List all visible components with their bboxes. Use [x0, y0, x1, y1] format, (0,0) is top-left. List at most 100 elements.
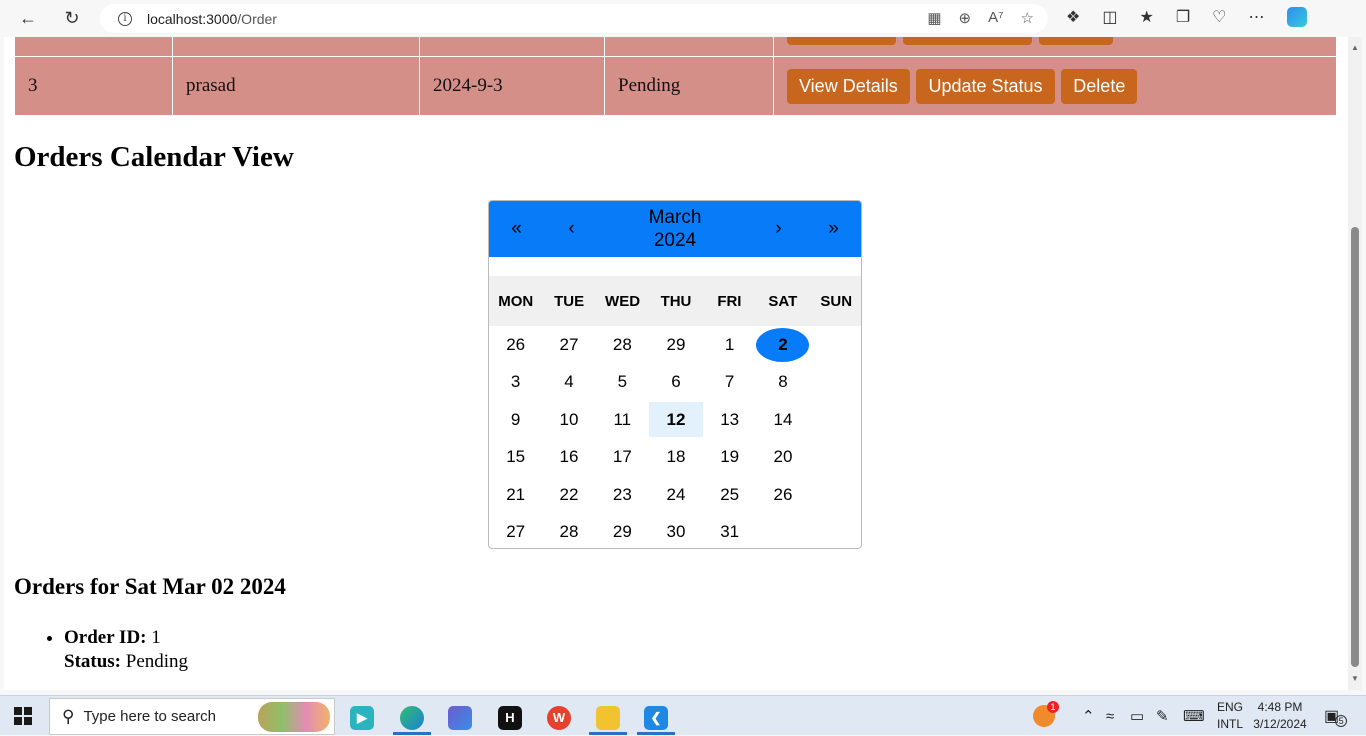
notification-icon[interactable]: ▣ 5: [1324, 696, 1348, 736]
browser-essentials-icon[interactable]: ♡: [1212, 7, 1226, 27]
calendar-navigation: « ‹ March 2024 › »: [489, 201, 861, 257]
show-hidden-icons[interactable]: ⌃: [1082, 696, 1095, 736]
refresh-icon[interactable]: ↻: [58, 4, 86, 32]
month-year-label[interactable]: March 2024: [599, 206, 751, 252]
search-highlight-image: [258, 702, 330, 732]
calendar-day[interactable]: 29: [649, 326, 703, 364]
prev-year-button[interactable]: «: [489, 218, 544, 240]
edge-browser-icon[interactable]: [389, 700, 435, 735]
notification-count: 5: [1335, 715, 1348, 727]
calendar-day[interactable]: 5: [596, 364, 649, 402]
days-grid: 26 27 28 29 1 2 3 4 5 6 7 8 9 10 11 12 13 14 15 16 17 18 19 20 2…: [489, 326, 861, 549]
vscode-icon[interactable]: ❮: [633, 700, 679, 735]
update-status-button[interactable]: Update Status: [916, 68, 1055, 104]
order-list: Order ID: 1 Status: Pending: [64, 626, 188, 674]
view-details-button[interactable]: View Details: [787, 68, 910, 104]
actions-cell: View Details Update Status Delete: [773, 56, 1337, 116]
table-row: [14, 37, 1337, 57]
url-text: localhost:3000/Order: [147, 10, 277, 27]
battery-icon[interactable]: ▭: [1130, 696, 1144, 736]
scroll-up-icon[interactable]: ▲: [1350, 43, 1360, 52]
view-details-button-partial[interactable]: [787, 37, 897, 45]
calendar-day: [810, 514, 861, 549]
collections-icon[interactable]: ❐: [1176, 7, 1190, 27]
more-options-icon[interactable]: ⋯: [1249, 7, 1265, 27]
orders-for-heading: Orders for Sat Mar 02 2024: [14, 574, 286, 599]
order-id-value: 1: [151, 627, 161, 648]
calendar-day[interactable]: 31: [703, 514, 756, 549]
favorites-icon[interactable]: ★: [1139, 7, 1153, 27]
app-available-icon[interactable]: ▦: [927, 9, 941, 27]
calendar-day[interactable]: 14: [756, 401, 809, 439]
calendar-day[interactable]: 2: [756, 326, 810, 364]
calendar-day[interactable]: 16: [542, 439, 595, 477]
calendar-day[interactable]: 10: [542, 401, 595, 439]
calendar-day[interactable]: 24: [649, 476, 703, 514]
calendar-day[interactable]: 7: [703, 364, 756, 402]
zoom-icon[interactable]: ⊕: [959, 9, 972, 27]
calendar-day[interactable]: 26: [489, 326, 542, 364]
meet-app-icon[interactable]: ▶: [339, 700, 385, 735]
delete-button-partial[interactable]: [1038, 37, 1113, 45]
calendar-day[interactable]: 6: [649, 364, 703, 402]
copilot-icon[interactable]: [1286, 7, 1307, 27]
next-month-button[interactable]: ›: [751, 218, 806, 240]
calendar-day[interactable]: 8: [756, 364, 809, 402]
wps-office-icon[interactable]: W: [536, 700, 582, 735]
calendar-day[interactable]: 11: [596, 401, 649, 439]
calendar-day[interactable]: 20: [756, 439, 809, 477]
weekday-header: MON TUE WED THU FRI SAT SUN: [489, 276, 861, 326]
hackerrank-icon[interactable]: H: [487, 700, 533, 735]
date-text: 3/12/2024: [1253, 717, 1307, 731]
calendar-day[interactable]: 13: [703, 401, 756, 439]
update-status-button-partial[interactable]: [902, 37, 1032, 45]
calendar-day[interactable]: 30: [649, 514, 703, 549]
tray-app-icon[interactable]: 1: [1033, 696, 1059, 736]
favorite-star-icon[interactable]: ☆: [1021, 9, 1034, 27]
calendar-day[interactable]: 27: [489, 514, 542, 549]
table-row: 3 prasad 2024-9-3 Pending View Details U…: [14, 56, 1337, 116]
calendar-day[interactable]: 25: [703, 476, 756, 514]
taskbar-search[interactable]: ⚲ Type here to search: [49, 698, 335, 735]
calendar-day[interactable]: 26: [756, 476, 809, 514]
calendar-day[interactable]: 21: [489, 476, 542, 514]
keyboard-icon[interactable]: ⌨: [1183, 696, 1205, 736]
calendar-day[interactable]: 12: [648, 401, 703, 439]
status-label: Status:: [64, 651, 122, 672]
prev-month-button[interactable]: ‹: [544, 218, 599, 240]
split-screen-icon[interactable]: ◫: [1102, 7, 1117, 27]
page-viewport: 3 prasad 2024-9-3 Pending View Details U…: [4, 37, 1348, 690]
calendar-day[interactable]: 3: [489, 364, 542, 402]
windows-start-icon[interactable]: [14, 707, 32, 725]
file-explorer-icon[interactable]: [585, 700, 631, 735]
delete-button[interactable]: Delete: [1061, 68, 1138, 104]
calendar-day[interactable]: 28: [542, 514, 595, 549]
wifi-icon[interactable]: ≈: [1106, 696, 1114, 736]
calendar-day[interactable]: 1: [703, 326, 756, 364]
pen-icon[interactable]: ✎: [1156, 696, 1169, 736]
copilot-app-icon[interactable]: [437, 700, 483, 735]
calendar-day[interactable]: 28: [596, 326, 649, 364]
calendar-day[interactable]: 9: [489, 401, 542, 439]
address-bar[interactable]: i localhost:3000/Order ▦ ⊕ A⁷ ☆: [100, 4, 1048, 33]
clock[interactable]: 4:48 PM 3/12/2024: [1250, 699, 1310, 733]
scroll-down-icon[interactable]: ▼: [1350, 674, 1360, 683]
extensions-icon[interactable]: ❖: [1066, 7, 1080, 27]
calendar-day[interactable]: 19: [703, 439, 756, 477]
calendar-day[interactable]: 15: [489, 439, 542, 477]
back-icon[interactable]: ←: [14, 4, 42, 32]
calendar-day[interactable]: 22: [542, 476, 595, 514]
site-info-icon[interactable]: i: [118, 11, 132, 26]
weekday-label: MON: [498, 292, 534, 310]
calendar-day[interactable]: 29: [596, 514, 649, 549]
next-year-button[interactable]: »: [806, 218, 861, 240]
read-aloud-icon[interactable]: A⁷: [988, 9, 1003, 27]
calendar-day[interactable]: 17: [596, 439, 649, 477]
scroll-thumb[interactable]: [1351, 227, 1359, 667]
calendar-day[interactable]: 4: [542, 364, 595, 402]
calendar-day[interactable]: 18: [649, 439, 703, 477]
language-indicator[interactable]: ENG INTL: [1212, 699, 1248, 733]
calendar-day[interactable]: 27: [542, 326, 595, 364]
calendar-day[interactable]: 23: [596, 476, 649, 514]
vertical-scrollbar[interactable]: ▲ ▼: [1348, 37, 1362, 690]
